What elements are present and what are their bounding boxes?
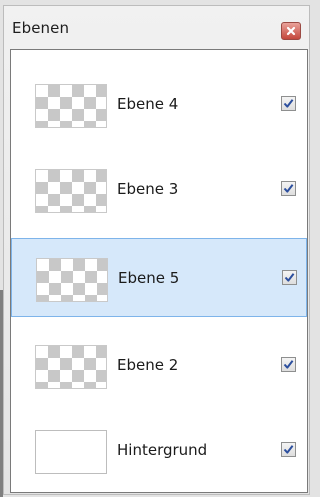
checkmark-icon: [283, 360, 294, 369]
layer-name[interactable]: Ebene 4: [117, 95, 178, 113]
layer-thumbnail[interactable]: [35, 84, 107, 128]
layer-thumbnail[interactable]: [35, 430, 107, 474]
layer-visibility-checkbox[interactable]: [281, 96, 296, 111]
checkmark-icon: [283, 445, 294, 454]
layer-name[interactable]: Ebene 5: [118, 269, 179, 287]
layer-thumbnail[interactable]: [35, 345, 107, 389]
layer-row[interactable]: Hintergrund: [12, 410, 306, 488]
layer-row[interactable]: Ebene 2: [12, 325, 306, 403]
layer-thumbnail[interactable]: [35, 169, 107, 213]
layer-name[interactable]: Ebene 3: [117, 180, 178, 198]
close-button[interactable]: [281, 22, 301, 40]
checkmark-icon: [284, 273, 295, 282]
checkmark-icon: [283, 99, 294, 108]
layer-name[interactable]: Hintergrund: [117, 441, 207, 459]
layer-visibility-checkbox[interactable]: [282, 270, 297, 285]
layer-row[interactable]: Ebene 3: [12, 149, 306, 227]
checkmark-icon: [283, 184, 294, 193]
layer-name[interactable]: Ebene 2: [117, 356, 178, 374]
layer-row[interactable]: Ebene 4: [12, 64, 306, 142]
layer-visibility-checkbox[interactable]: [281, 442, 296, 457]
layer-list: Ebene 4 Ebene 3 Ebene 5 Ebene 2 Hintergr…: [10, 49, 308, 493]
layers-window: Ebenen Ebene 4 Ebene 3 Ebene 5 Ebene 2 H…: [3, 5, 310, 495]
title-bar[interactable]: Ebenen: [4, 6, 309, 48]
layer-visibility-checkbox[interactable]: [281, 357, 296, 372]
layer-row-selected[interactable]: Ebene 5: [11, 238, 307, 317]
window-title: Ebenen: [12, 19, 70, 37]
close-x-icon: [286, 26, 296, 36]
layer-thumbnail[interactable]: [36, 258, 108, 302]
layer-visibility-checkbox[interactable]: [281, 181, 296, 196]
